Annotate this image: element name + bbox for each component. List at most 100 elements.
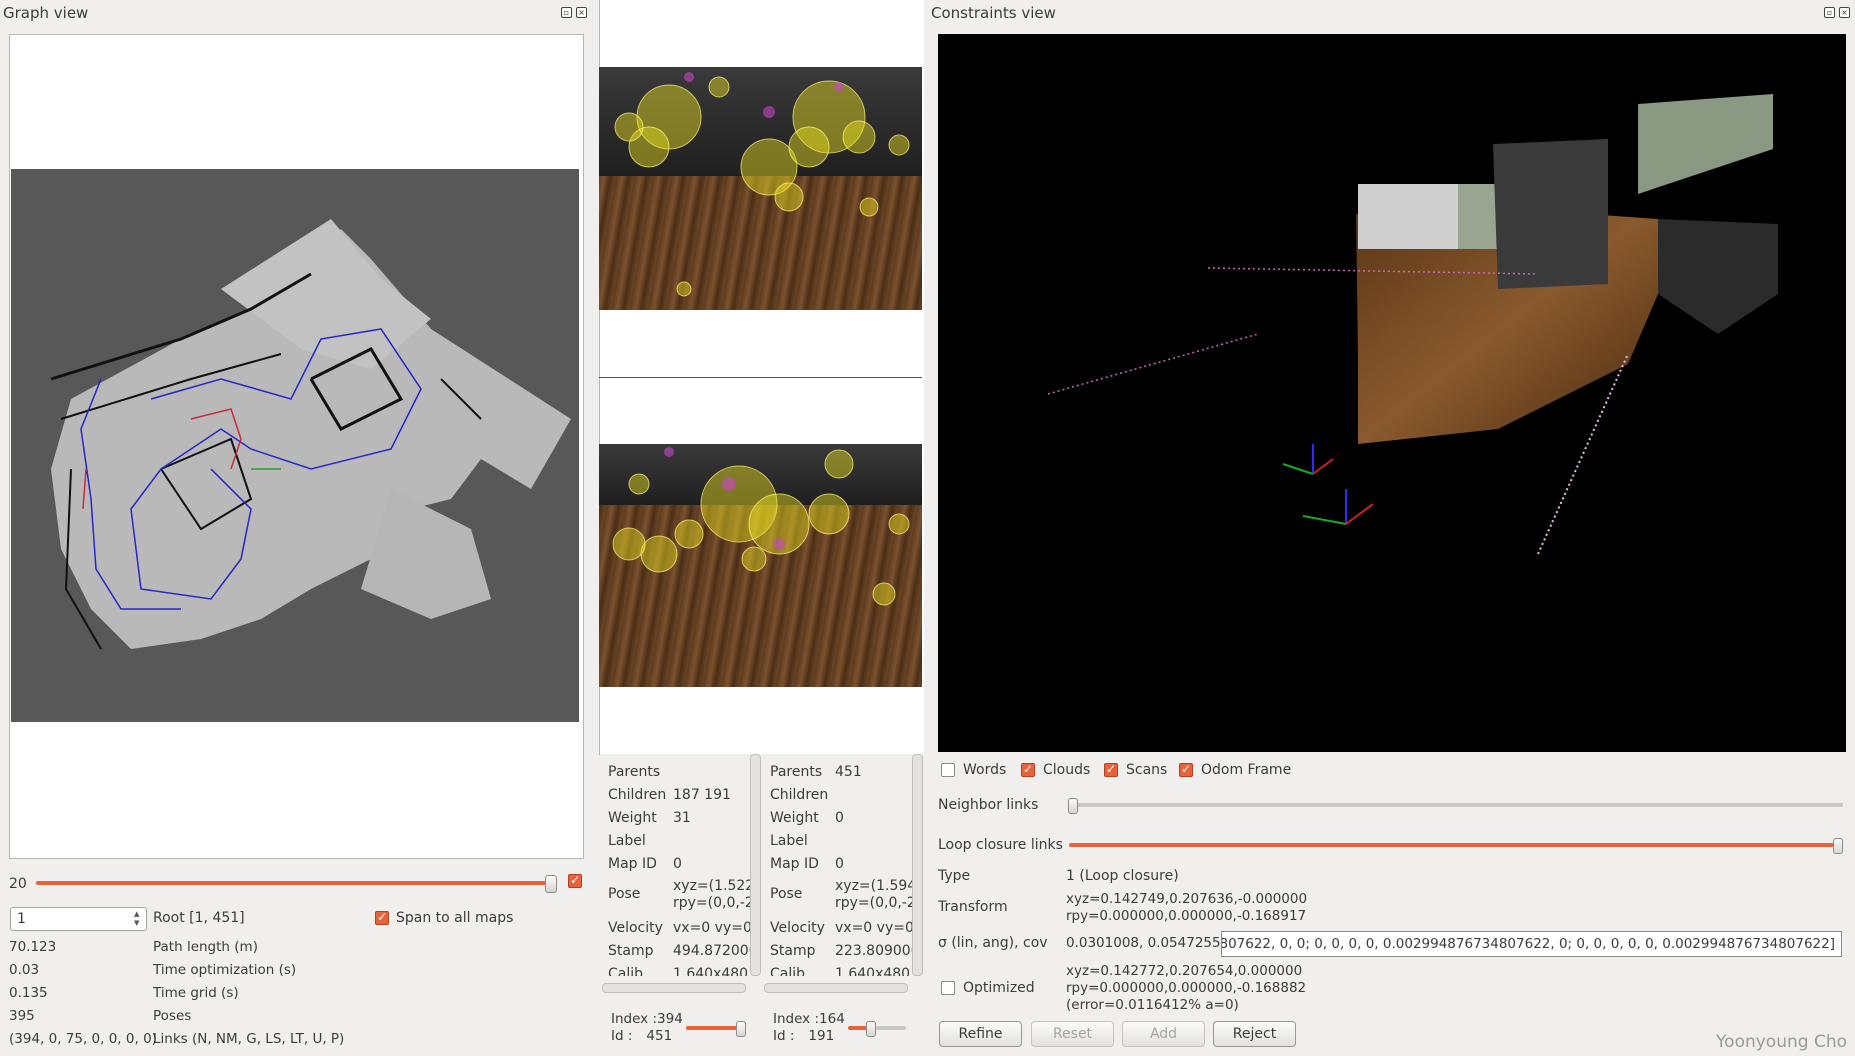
- node-slider-right-handle[interactable]: [866, 1021, 876, 1037]
- label-row: Label: [770, 833, 808, 849]
- odom-frame-checkbox[interactable]: [1179, 762, 1193, 777]
- optimized-checkbox[interactable]: [941, 981, 955, 995]
- field-value: 451: [835, 764, 862, 780]
- pose-row: Pose: [608, 886, 640, 902]
- transform-rpy: rpy=0.000000,0.000000,-0.168917: [1066, 908, 1307, 924]
- map-drawing: [50, 219, 571, 650]
- reset-button[interactable]: Reset: [1031, 1021, 1114, 1047]
- stat-label: Time grid (s): [153, 985, 239, 1001]
- root-spinbox[interactable]: 1 ▲ ▼: [10, 907, 147, 931]
- transform-label: Transform: [938, 899, 1008, 915]
- node-info-left: Parents Children 187 191 Weight 31 Label M…: [600, 754, 752, 976]
- stamp-row: Stamp 223.809000: [770, 943, 914, 959]
- stat-label: Links (N, NM, G, LS, LT, U, P): [153, 1031, 345, 1047]
- field-value: 187 191: [673, 787, 731, 803]
- map-id-row: Map ID 0: [608, 856, 682, 872]
- root-label: Root [1, 451]: [153, 910, 245, 926]
- id-label-left: Id :451: [611, 1028, 673, 1044]
- float-icon[interactable]: ▫: [561, 7, 572, 18]
- clouds-label: Clouds: [1043, 762, 1091, 778]
- map-id-row: Map ID 0: [770, 856, 844, 872]
- field-label: Parents: [608, 764, 661, 780]
- node-image-bottom[interactable]: [599, 444, 922, 687]
- field-label: Stamp: [608, 943, 654, 959]
- children-row: Children: [770, 787, 828, 803]
- stat-label: Poses: [153, 1008, 192, 1024]
- field-value: 0: [835, 810, 844, 826]
- field-value: 0: [673, 856, 682, 872]
- field-label: Pose: [770, 886, 803, 902]
- close-icon[interactable]: ×: [576, 7, 587, 18]
- graph-slider[interactable]: [36, 881, 552, 885]
- graph-slider-checkbox[interactable]: [568, 873, 582, 888]
- field-label: Velocity: [770, 920, 825, 936]
- sigma-label: σ (lin, ang), cov: [938, 935, 1048, 951]
- pose-rpy: rpy=(0,0,-2.: [835, 895, 914, 911]
- field-label: Parents: [770, 764, 823, 780]
- clouds-checkbox[interactable]: [1021, 762, 1035, 777]
- loop-closure-links-label: Loop closure links: [938, 837, 1063, 853]
- field-label: Children: [608, 787, 667, 803]
- loop-closure-links-slider[interactable]: [1069, 843, 1843, 847]
- node-image-top[interactable]: [599, 67, 922, 310]
- field-value: vx=0 vy=0 v: [673, 920, 752, 936]
- occupancy-grid-map[interactable]: [11, 169, 579, 722]
- root-spinbox-value: 1: [17, 911, 26, 927]
- neighbor-links-label: Neighbor links: [938, 797, 1039, 813]
- covariance-value: 734807622, 0, 0; 0, 0, 0, 0, 0.002994876…: [1221, 936, 1835, 952]
- pose-xyz: xyz=(1.522: [673, 878, 752, 894]
- reject-button[interactable]: Reject: [1213, 1021, 1296, 1047]
- optimized-xyz: xyz=0.142772,0.207654,0.000000: [1066, 963, 1303, 979]
- field-value: 31: [673, 810, 691, 826]
- calib-row: Calib 1 640x480: [608, 966, 748, 976]
- stat-value: 395: [9, 1008, 35, 1024]
- image-divider: [599, 377, 922, 378]
- type-label: Type: [938, 868, 971, 884]
- field-value: 1 640x480: [835, 966, 911, 976]
- parents-row: Parents 451: [770, 764, 862, 780]
- field-label: Label: [770, 833, 808, 849]
- graph-slider-handle[interactable]: [545, 875, 557, 893]
- graph-view-title: Graph view: [3, 4, 89, 22]
- optimized-error: (error=0.0116412% a=0): [1066, 997, 1239, 1013]
- neighbor-links-slider[interactable]: [1069, 803, 1843, 807]
- field-label: Children: [770, 787, 829, 803]
- stat-value: 0.135: [9, 985, 48, 1001]
- spinbox-arrows-icon[interactable]: ▲ ▼: [134, 910, 144, 928]
- label-row: Label: [608, 833, 646, 849]
- span-all-maps-label: Span to all maps: [396, 910, 514, 926]
- node-slider-left-handle[interactable]: [736, 1021, 746, 1037]
- scans-label: Scans: [1126, 762, 1168, 778]
- type-value: 1 (Loop closure): [1066, 868, 1179, 884]
- refine-button[interactable]: Refine: [939, 1021, 1022, 1047]
- graph-canvas[interactable]: [9, 34, 584, 859]
- sigma-value: 0.0301008, 0.0547255: [1066, 935, 1221, 951]
- words-label: Words: [963, 762, 1007, 778]
- field-label: Label: [608, 833, 646, 849]
- 3d-constraints-scene[interactable]: [938, 34, 1846, 752]
- graph-view-window-buttons: ▫ ×: [561, 7, 587, 18]
- scans-checkbox[interactable]: [1104, 762, 1118, 777]
- stat-value: 0.03: [9, 962, 40, 978]
- node-info-right-vscrollbar[interactable]: [912, 754, 923, 976]
- node-info-left-hscrollbar[interactable]: [602, 983, 746, 993]
- stamp-row: Stamp 494.872000: [608, 943, 752, 959]
- graph-slider-value: 20: [9, 876, 27, 892]
- field-label: Pose: [608, 886, 641, 902]
- field-value: 223.809000: [835, 943, 914, 959]
- field-value: 0: [835, 856, 844, 872]
- optimized-label: Optimized: [963, 980, 1035, 996]
- loop-closure-links-slider-handle[interactable]: [1833, 838, 1843, 854]
- words-checkbox[interactable]: [941, 763, 955, 777]
- node-info-right-hscrollbar[interactable]: [764, 983, 908, 993]
- field-label: Velocity: [608, 920, 663, 936]
- field-value: 494.872000: [673, 943, 752, 959]
- neighbor-links-slider-handle[interactable]: [1068, 798, 1078, 814]
- keypoints-overlay-bottom: [612, 447, 910, 606]
- span-all-maps-checkbox[interactable]: [375, 910, 389, 925]
- close-icon[interactable]: ×: [1839, 7, 1850, 18]
- float-icon[interactable]: ▫: [1824, 7, 1835, 18]
- covariance-field[interactable]: 734807622, 0, 0; 0, 0, 0, 0, 0.002994876…: [1221, 931, 1842, 957]
- node-info-left-vscrollbar[interactable]: [750, 754, 761, 976]
- add-button[interactable]: Add: [1122, 1021, 1205, 1047]
